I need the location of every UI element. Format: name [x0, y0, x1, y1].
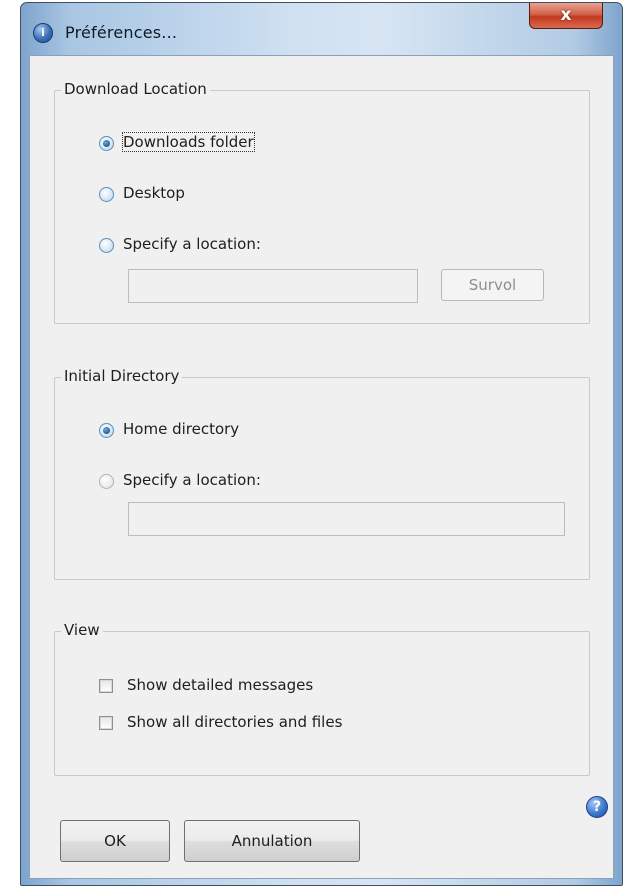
initial-directory-legend: Initial Directory — [61, 367, 183, 385]
window-title: Préférences... — [65, 23, 178, 42]
desktop-radio[interactable] — [99, 187, 114, 202]
title-bar[interactable]: i Préférences... x — [21, 3, 622, 57]
downloads-folder-label[interactable]: Downloads folder — [122, 132, 255, 152]
dialog-body: Download Location Downloads folder Deskt… — [29, 55, 614, 879]
desktop-label[interactable]: Desktop — [123, 184, 185, 202]
view-legend: View — [61, 621, 103, 639]
preferences-window: i Préférences... x Download Location Dow… — [20, 2, 623, 886]
show-all-directories-label[interactable]: Show all directories and files — [127, 713, 342, 731]
home-directory-label[interactable]: Home directory — [123, 420, 239, 438]
ok-button[interactable]: OK — [60, 820, 170, 862]
download-path-field[interactable] — [128, 269, 418, 303]
help-icon[interactable]: ? — [586, 796, 608, 818]
home-directory-radio[interactable] — [99, 423, 114, 438]
initial-directory-path-field[interactable] — [128, 502, 565, 536]
show-all-directories-checkbox[interactable] — [99, 716, 113, 730]
show-detailed-messages-label[interactable]: Show detailed messages — [127, 676, 313, 694]
specify-download-location-label[interactable]: Specify a location: — [123, 235, 261, 253]
specify-initial-location-radio[interactable] — [99, 474, 114, 489]
browse-button[interactable]: Survol — [441, 269, 544, 301]
downloads-folder-radio[interactable] — [99, 136, 114, 151]
specify-download-location-radio[interactable] — [99, 238, 114, 253]
view-group: View Show detailed messages Show all dir… — [54, 621, 590, 776]
cancel-button[interactable]: Annulation — [184, 820, 360, 862]
show-detailed-messages-checkbox[interactable] — [99, 679, 113, 693]
close-button[interactable]: x — [529, 3, 603, 29]
info-app-icon: i — [33, 23, 53, 43]
download-location-legend: Download Location — [61, 80, 210, 98]
download-location-group: Download Location Downloads folder Deskt… — [54, 80, 590, 324]
initial-directory-group: Initial Directory Home directory Specify… — [54, 367, 590, 580]
specify-initial-location-label[interactable]: Specify a location: — [123, 471, 261, 489]
